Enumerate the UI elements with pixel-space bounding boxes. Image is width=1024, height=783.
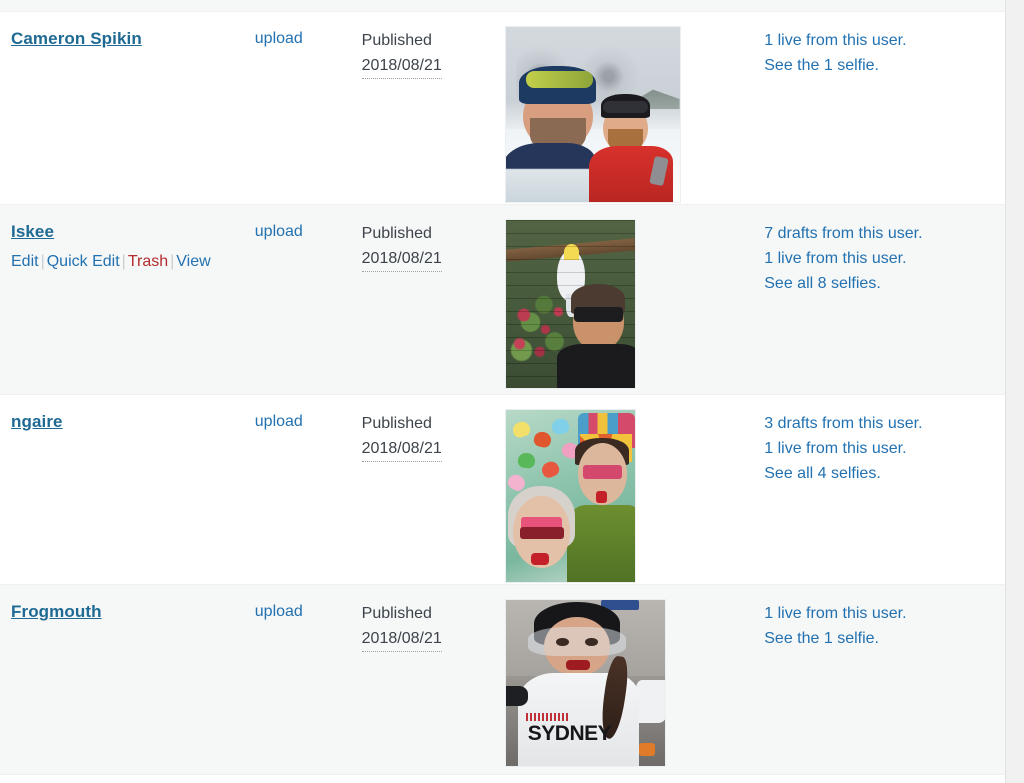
publish-status: Published: [361, 415, 432, 432]
type-link[interactable]: upload: [255, 223, 303, 240]
selfies-list-table: Cameron Spikin upload Published 2018/08/…: [0, 0, 1006, 783]
publish-date: 2018/08/21: [361, 53, 442, 79]
author-cell: Cameron Spikin: [0, 12, 255, 58]
info-link-live[interactable]: 1 live from this user.: [764, 436, 1005, 461]
thumbnail-cell: [504, 12, 761, 211]
author-link[interactable]: Iskee: [11, 221, 247, 243]
publish-status: Published: [361, 32, 432, 49]
selfie-thumbnail-image[interactable]: [504, 409, 636, 583]
type-cell: upload: [255, 12, 362, 58]
type-cell: upload: [255, 205, 362, 251]
table-top-strip: [0, 0, 1005, 12]
type-cell: upload: [255, 585, 362, 631]
date-cell: Published 2018/08/21: [361, 585, 505, 660]
info-link-see-selfies[interactable]: See all 8 selfies.: [764, 271, 1005, 296]
publish-status: Published: [361, 225, 432, 242]
user-info-cell: 3 drafts from this user. 1 live from thi…: [760, 395, 1005, 494]
row-action-edit[interactable]: Edit: [11, 253, 39, 270]
publish-date: 2018/08/21: [361, 246, 442, 272]
info-link-see-selfies[interactable]: See the 1 selfie.: [764, 626, 1005, 651]
selfie-thumbnail-image[interactable]: [504, 219, 636, 389]
type-link[interactable]: upload: [255, 603, 303, 620]
type-cell: upload: [255, 395, 362, 441]
row-action-separator: |: [40, 253, 45, 270]
author-cell: Frogmouth: [0, 585, 255, 631]
table-row[interactable]: Frogmouth upload Published 2018/08/21 SY…: [0, 585, 1005, 775]
row-action-quick-edit[interactable]: Quick Edit: [47, 253, 120, 270]
thumbnail-cell: SYDNEY: [504, 585, 761, 775]
row-action-view[interactable]: View: [176, 253, 210, 270]
author-cell: Iskee Edit | Quick Edit | Trash | View: [0, 205, 255, 283]
user-info-cell: 1 live from this user. See the 1 selfie.: [760, 12, 1005, 86]
thumbnail-cell: [504, 395, 761, 591]
row-action-separator: |: [121, 253, 126, 270]
jersey-text: SYDNEY: [527, 722, 612, 746]
info-link-see-selfies[interactable]: See all 4 selfies.: [764, 461, 1005, 486]
selfie-thumbnail-image[interactable]: [504, 26, 681, 203]
info-link-see-selfies[interactable]: See the 1 selfie.: [764, 53, 1005, 78]
date-cell: Published 2018/08/21: [361, 12, 505, 87]
info-link-live[interactable]: 1 live from this user.: [764, 246, 1005, 271]
table-row[interactable]: Cameron Spikin upload Published 2018/08/…: [0, 12, 1005, 205]
page-root: Cameron Spikin upload Published 2018/08/…: [0, 0, 1024, 783]
publish-date: 2018/08/21: [361, 626, 442, 652]
author-link[interactable]: Frogmouth: [11, 601, 247, 623]
type-link[interactable]: upload: [255, 413, 303, 430]
publish-status: Published: [361, 605, 432, 622]
author-link[interactable]: Cameron Spikin: [11, 28, 247, 50]
date-cell: Published 2018/08/21: [361, 205, 505, 280]
publish-date: 2018/08/21: [361, 436, 442, 462]
thumbnail-cell: [504, 205, 761, 397]
row-action-trash[interactable]: Trash: [128, 253, 168, 270]
table-row[interactable]: ngaire upload Published 2018/08/21 3 dra…: [0, 395, 1005, 585]
type-link[interactable]: upload: [255, 30, 303, 47]
info-link-drafts[interactable]: 3 drafts from this user.: [764, 411, 1005, 436]
date-cell: Published 2018/08/21: [361, 395, 505, 470]
info-link-live[interactable]: 1 live from this user.: [764, 28, 1005, 53]
table-row[interactable]: Iskee Edit | Quick Edit | Trash | View upload …: [0, 205, 1005, 395]
author-cell: ngaire: [0, 395, 255, 441]
row-actions: Edit | Quick Edit | Trash | View: [11, 249, 247, 275]
user-info-cell: 7 drafts from this user. 1 live from thi…: [760, 205, 1005, 304]
author-link[interactable]: ngaire: [11, 411, 247, 433]
user-info-cell: 1 live from this user. See the 1 selfie.: [760, 585, 1005, 659]
selfie-thumbnail-image[interactable]: SYDNEY: [504, 599, 666, 767]
info-link-live[interactable]: 1 live from this user.: [764, 601, 1005, 626]
info-link-drafts[interactable]: 7 drafts from this user.: [764, 221, 1005, 246]
